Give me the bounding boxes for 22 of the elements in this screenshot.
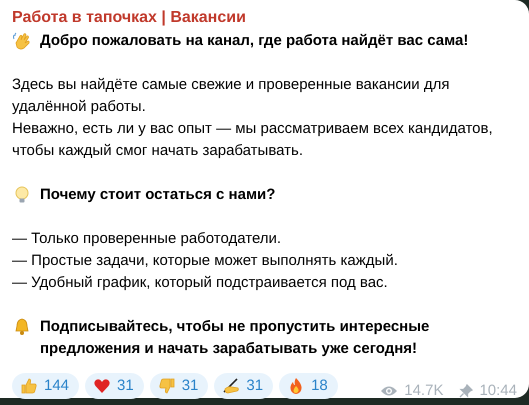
waving-hand-icon: [12, 31, 32, 51]
reaction-button[interactable]: 31: [85, 373, 144, 400]
reaction-button[interactable]: 144: [12, 373, 80, 400]
bold-text: Добро пожаловать на канал, где работа найдёт вас сама!: [40, 31, 468, 51]
thumbs-up-icon: [20, 377, 38, 396]
heart-icon: [93, 377, 112, 396]
writing-hand-icon: [222, 377, 240, 396]
message-text: Неважно, есть ли у вас опыт — мы рассматриваем всех кандидатов, чтобы каждый смог начать зарабатывать.: [12, 119, 494, 161]
channel-name[interactable]: Работа в тапочках | Вакансии: [12, 6, 517, 30]
pin-icon: [459, 384, 474, 398]
thumbs-down-icon: [158, 377, 176, 396]
bold-text: Почему стоит остаться с нами?: [40, 185, 276, 205]
reaction-button[interactable]: 18: [279, 373, 338, 400]
message-text: — Простые задачи, которые может выполнять каждый.: [12, 251, 399, 271]
message-text: — Только проверенные работодатели.: [12, 229, 282, 249]
message-text: — Удобный график, который подстраивается под вас.: [12, 273, 389, 293]
message-text: Здесь вы найдёте самые свежие и проверенные вакансии для удалённой работы.: [12, 75, 450, 117]
bold-text: Подписывайтесь, чтобы не пропустить интересные предложения и начать зарабатывать уже сегодня!: [40, 317, 430, 359]
reaction-button[interactable]: 31: [150, 373, 208, 400]
message-time: 10:44: [479, 381, 517, 401]
view-count: 14.7K: [404, 381, 444, 401]
reaction-button[interactable]: 31: [214, 373, 274, 400]
